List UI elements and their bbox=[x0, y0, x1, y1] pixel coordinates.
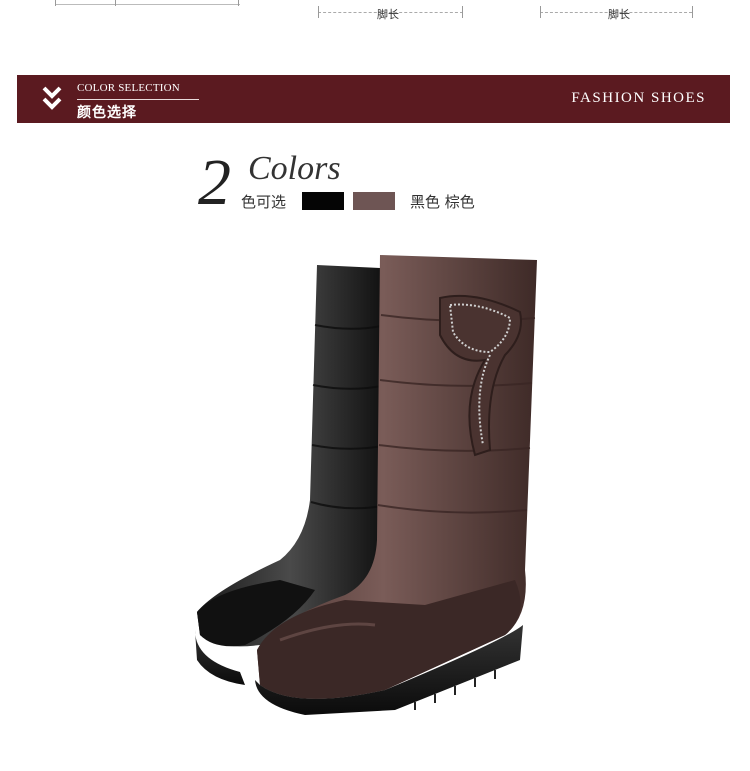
color-selection-banner: COLOR SELECTION 颜色选择 FASHION SHOES bbox=[17, 75, 730, 123]
color-names: 黑色 棕色 bbox=[410, 193, 475, 211]
color-count: 2 bbox=[198, 146, 231, 219]
brown-boot bbox=[255, 255, 537, 715]
color-option-label: 色可选 bbox=[241, 193, 287, 211]
banner-divider bbox=[77, 99, 199, 100]
boots-photo bbox=[195, 255, 537, 715]
double-chevron-down-icon bbox=[42, 86, 62, 110]
foot-length-label-1: 脚长 bbox=[377, 8, 399, 21]
size-diagram-remnant: 脚长 脚长 bbox=[0, 0, 750, 30]
banner-title-en: COLOR SELECTION bbox=[77, 82, 180, 94]
colors-heading: Colors bbox=[248, 150, 341, 187]
foot-length-label-2: 脚长 bbox=[608, 8, 630, 21]
banner-title-cn: 颜色选择 bbox=[77, 105, 137, 121]
swatch-brown[interactable] bbox=[353, 192, 395, 210]
banner-right-text: FASHION SHOES bbox=[571, 90, 706, 106]
swatch-black[interactable] bbox=[302, 192, 344, 210]
